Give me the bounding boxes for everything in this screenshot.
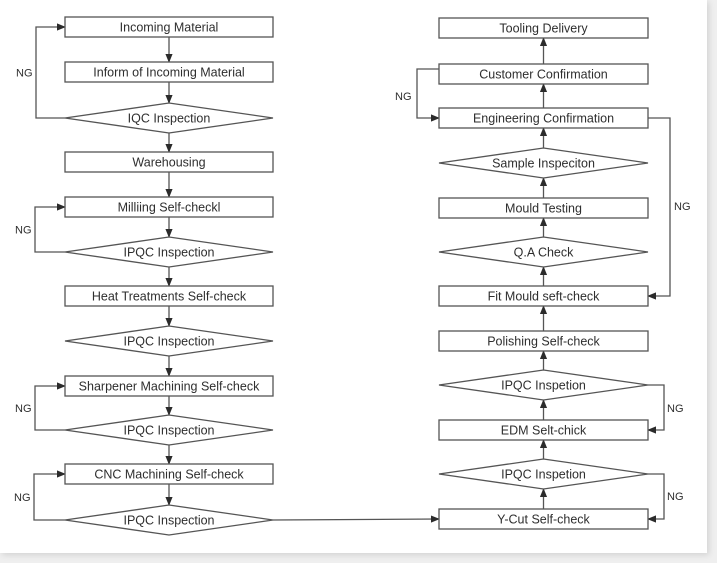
ng-loop-arrow bbox=[34, 203, 66, 253]
ipqc-inspection-1-diamond: IPQC Inspection bbox=[64, 236, 274, 268]
tooling-delivery-box: Tooling Delivery bbox=[438, 17, 649, 39]
qa-check-diamond: Q.A Check bbox=[438, 236, 649, 268]
node-label: Fit Mould seft-check bbox=[488, 290, 601, 304]
y-cut-self-check-box: Y-Cut Self-check bbox=[438, 508, 649, 530]
ng-loop-arrow bbox=[647, 473, 665, 523]
ng-label: NG bbox=[667, 403, 684, 415]
ng-label: NG bbox=[395, 91, 412, 103]
incoming-material-box: Incoming Material bbox=[64, 16, 274, 38]
ng-label: NG bbox=[14, 492, 31, 504]
iqc-inspection-diamond: IQC Inspection bbox=[64, 102, 274, 134]
polishing-self-check-box: Polishing Self-check bbox=[438, 330, 649, 352]
ng-loop-arrow bbox=[33, 470, 66, 521]
milling-self-check-box: Milliing Self-checkl bbox=[64, 196, 274, 218]
inform-incoming-material-box: Inform of Incoming Material bbox=[64, 61, 274, 83]
ng-loop-arrow bbox=[416, 68, 440, 122]
node-label: Engineering Confirmation bbox=[473, 112, 614, 126]
node-label: Heat Treatments Self-check bbox=[92, 290, 247, 304]
sample-inspection-diamond: Sample Inspeciton bbox=[438, 147, 649, 179]
node-label: CNC Machining Self-check bbox=[94, 468, 244, 482]
node-label: Sample Inspeciton bbox=[492, 157, 595, 171]
node-label: IPQC Inspection bbox=[123, 514, 214, 528]
ng-label: NG bbox=[667, 491, 684, 503]
ng-loop-arrow bbox=[647, 384, 665, 434]
node-label: IPQC Inspection bbox=[123, 335, 214, 349]
ng-loop-arrow bbox=[34, 382, 66, 431]
heat-treatments-self-check-box: Heat Treatments Self-check bbox=[64, 285, 274, 307]
node-label: Mould Testing bbox=[505, 202, 582, 216]
node-label: Polishing Self-check bbox=[487, 335, 600, 349]
node-label: IPQC Inspection bbox=[123, 246, 214, 260]
fit-mould-self-check-box: Fit Mould seft-check bbox=[438, 285, 649, 307]
ipqc-inspection-3-diamond: IPQC Inspection bbox=[64, 414, 274, 446]
ng-loop-arrow bbox=[647, 117, 671, 300]
cnc-machining-self-check-box: CNC Machining Self-check bbox=[64, 463, 274, 485]
sharpener-machining-self-check-box: Sharpener Machining Self-check bbox=[64, 375, 274, 397]
process-flowchart: Incoming Material Inform of Incoming Mate… bbox=[14, 16, 691, 536]
nodes: Incoming Material Inform of Incoming Mate… bbox=[64, 16, 649, 536]
node-label: Inform of Incoming Material bbox=[93, 66, 244, 80]
ipqc-inspection-4-diamond: IPQC Inspection bbox=[64, 504, 274, 536]
node-label: IPQC Inspection bbox=[123, 424, 214, 438]
mould-testing-box: Mould Testing bbox=[438, 197, 649, 219]
ng-label: NG bbox=[674, 201, 691, 213]
ng-label: NG bbox=[15, 225, 32, 237]
node-label: Milliing Self-checkl bbox=[118, 201, 221, 215]
transfer-arrow bbox=[272, 515, 440, 523]
node-label: IQC Inspection bbox=[128, 112, 211, 126]
ng-label: NG bbox=[15, 403, 32, 415]
connectors bbox=[33, 23, 671, 523]
ipqc-inspection-6-diamond: IPQC Inspetion bbox=[438, 458, 649, 490]
ipqc-inspection-2-diamond: IPQC Inspection bbox=[64, 325, 274, 357]
ipqc-inspection-5-diamond: IPQC Inspetion bbox=[438, 369, 649, 401]
node-label: Q.A Check bbox=[514, 246, 574, 260]
edm-self-check-box: EDM Selt-chick bbox=[438, 419, 649, 441]
node-label: IPQC Inspetion bbox=[501, 379, 586, 393]
node-label: Tooling Delivery bbox=[499, 22, 588, 36]
warehousing-box: Warehousing bbox=[64, 151, 274, 173]
node-label: Incoming Material bbox=[120, 21, 219, 35]
customer-confirmation-box: Customer Confirmation bbox=[438, 63, 649, 85]
node-label: Y-Cut Self-check bbox=[497, 513, 590, 527]
ng-loop-arrow bbox=[35, 23, 66, 119]
node-label: Sharpener Machining Self-check bbox=[79, 380, 260, 394]
node-label: Warehousing bbox=[132, 156, 205, 170]
node-label: EDM Selt-chick bbox=[501, 424, 587, 438]
engineering-confirmation-box: Engineering Confirmation bbox=[438, 107, 649, 129]
node-label: Customer Confirmation bbox=[479, 68, 608, 82]
node-label: IPQC Inspetion bbox=[501, 468, 586, 482]
ng-label: NG bbox=[16, 68, 33, 80]
